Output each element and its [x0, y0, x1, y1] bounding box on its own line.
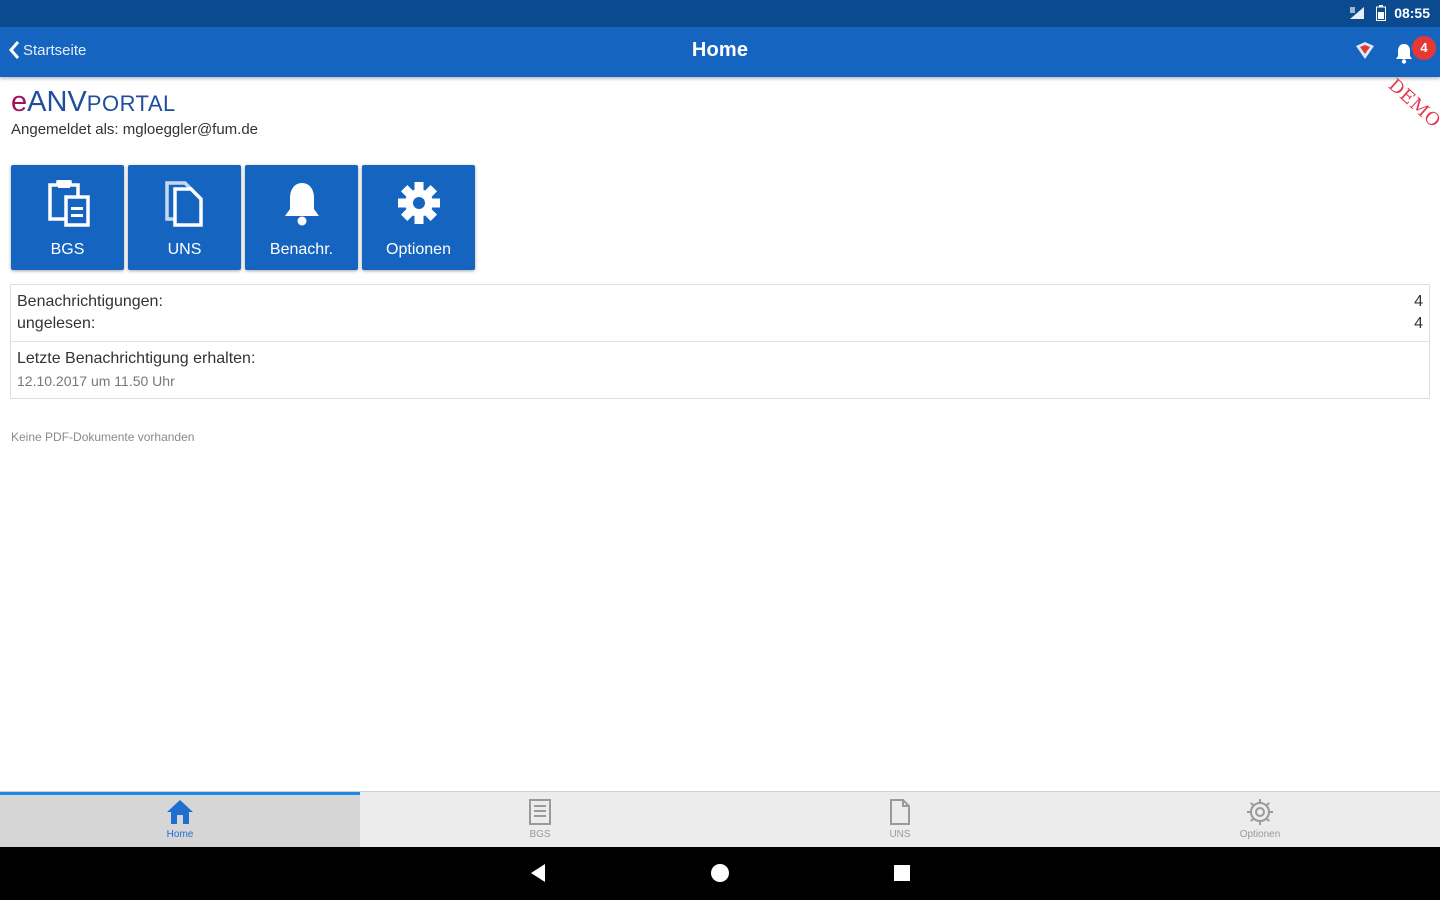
tab-bgs[interactable]: BGS [360, 792, 720, 847]
no-pdf-documents-text: Keine PDF-Dokumente vorhanden [11, 430, 195, 444]
list-doc-icon [529, 799, 551, 825]
status-time: 08:55 [1394, 5, 1430, 21]
bgs-tile-button[interactable]: BGS [11, 165, 124, 270]
page-title: Home [691, 39, 749, 61]
status-icons: 08:55 [1348, 5, 1430, 21]
notification-counts: Benachrichtigungen: 4 ungelesen: 4 [11, 285, 1429, 341]
last-notification-date: 12.10.2017 um 11.50 Uhr [17, 373, 175, 389]
tab-bgs-label: BGS [529, 829, 551, 840]
optionen-tile-button[interactable]: Optionen [362, 165, 475, 270]
notifications-count: 4 [1414, 293, 1423, 310]
notifications-summary: Benachrichtigungen: 4 ungelesen: 4 Letzt… [10, 284, 1430, 399]
tab-uns[interactable]: UNS [720, 792, 1080, 847]
tab-home[interactable]: Home [0, 792, 360, 847]
tab-optionen[interactable]: Optionen [1080, 792, 1440, 847]
app-logo-icon[interactable] [1354, 41, 1376, 61]
bgs-tile-label: BGS [50, 241, 85, 258]
battery-icon [1376, 5, 1387, 21]
status-bar: 08:55 [0, 0, 1440, 27]
optionen-tile-label: Optionen [386, 241, 451, 258]
home-icon [167, 800, 193, 824]
logged-in-user-text: Angemeldet als: mgloeggler@fum.de [11, 121, 259, 138]
last-notification: Letzte Benachrichtigung erhalten: 12.10.… [11, 341, 1429, 398]
back-triangle-icon[interactable] [529, 863, 547, 883]
signal-icon [1350, 7, 1365, 19]
eanv-portal-logo: eANVPORTAL [11, 86, 176, 118]
tab-uns-label: UNS [889, 829, 911, 840]
bottom-tab-bar: Home BGS UNS Optionen [0, 791, 1440, 847]
clipboard-doc-icon [47, 180, 90, 227]
uns-tile-button[interactable]: UNS [128, 165, 241, 270]
last-notification-label: Letzte Benachrichtigung erhalten: [17, 350, 256, 367]
quick-actions: BGS UNS Benachr. Optionen [11, 165, 475, 270]
documents-icon [164, 181, 203, 227]
home-circle-icon[interactable] [710, 863, 730, 883]
benachrichtigungen-tile-label: Benachr. [269, 241, 334, 258]
notifications-button[interactable]: 4 [1392, 36, 1436, 66]
gear-icon [397, 182, 440, 224]
system-navigation-bar [0, 847, 1440, 900]
tab-optionen-label: Optionen [1239, 829, 1281, 840]
recents-square-icon[interactable] [893, 863, 911, 883]
tab-home-label: Home [166, 829, 194, 840]
gear-icon [1247, 799, 1273, 825]
demo-stamp: DEMO [1384, 74, 1440, 133]
bell-icon [284, 183, 319, 226]
unread-label: ungelesen: [17, 315, 96, 332]
document-icon [890, 799, 910, 825]
notifications-label: Benachrichtigungen: [17, 293, 163, 310]
notification-badge: 4 [1412, 36, 1436, 60]
unread-count: 4 [1414, 315, 1423, 332]
app-bar: Startseite Home 4 [0, 27, 1440, 77]
uns-tile-label: UNS [167, 241, 202, 258]
bell-icon [1396, 44, 1412, 64]
benachrichtigungen-tile-button[interactable]: Benachr. [245, 165, 358, 270]
